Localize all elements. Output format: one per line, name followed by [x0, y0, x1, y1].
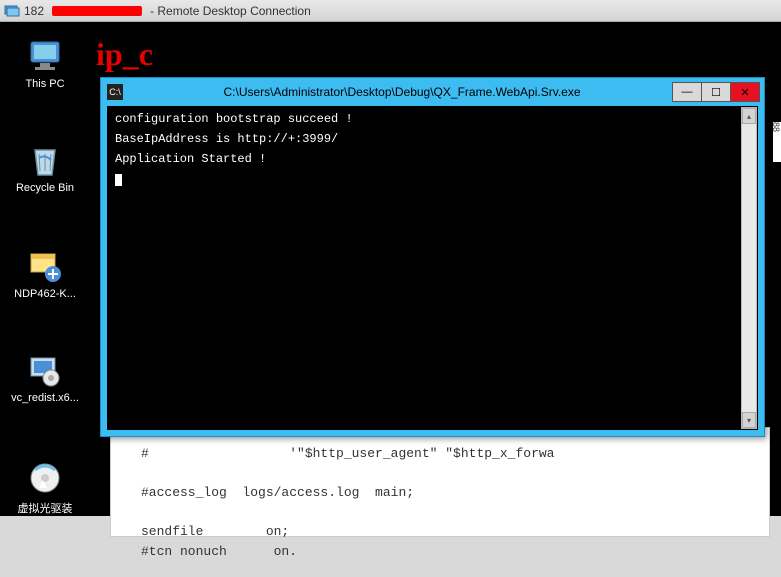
virtualcd-icon	[25, 458, 65, 498]
vcredist-label: vc_redist.x6...	[8, 392, 82, 404]
window-controls: — ☐ ✕	[673, 82, 760, 102]
desktop-icon-this-pc[interactable]: This PC	[8, 36, 82, 90]
np-line3: #access_log logs/access.log main;	[141, 485, 414, 500]
console-line: BaseIpAddress is http://+:3999/	[115, 132, 750, 146]
vcredist-icon	[25, 350, 65, 390]
virtualcd-label: 虚拟光驱装	[8, 500, 82, 516]
close-button[interactable]: ✕	[730, 82, 760, 102]
desktop-icon-vcredist[interactable]: vc_redist.x6...	[8, 350, 82, 404]
console-line: configuration bootstrap succeed !	[115, 112, 750, 126]
console-title: C:\Users\Administrator\Desktop\Debug\QX_…	[131, 85, 673, 99]
rdp-title-ip: 182	[24, 4, 44, 18]
ndp-label: NDP462-K...	[8, 288, 82, 300]
console-line: Application Started !	[115, 152, 750, 166]
recycle-bin-icon	[25, 140, 65, 180]
redacted-ip	[52, 6, 142, 16]
remote-desktop: ip_c This PC Recycle Bin NDP462-K... vc_…	[0, 22, 781, 516]
rdp-icon	[4, 3, 20, 19]
installer-icon	[25, 246, 65, 286]
scroll-down-arrow[interactable]: ▾	[742, 412, 756, 428]
notepad-window[interactable]: # '"$http_user_agent" "$http_x_forwa #ac…	[110, 427, 770, 537]
console-output: configuration bootstrap succeed ! BaseIp…	[107, 106, 758, 430]
notepad-content: # '"$http_user_agent" "$http_x_forwa #ac…	[111, 428, 769, 577]
desktop-icon-ndp[interactable]: NDP462-K...	[8, 246, 82, 300]
maximize-button[interactable]: ☐	[701, 82, 731, 102]
scrollbar[interactable]: ▴ ▾	[741, 107, 757, 429]
rdp-title-suffix: - Remote Desktop Connection	[150, 4, 311, 18]
desktop-icon-recycle-bin[interactable]: Recycle Bin	[8, 140, 82, 194]
this-pc-label: This PC	[8, 78, 82, 90]
right-sliver: 88	[773, 122, 781, 162]
np-line6: #tcn nonuch on.	[141, 544, 297, 559]
rdp-titlebar: 182 - Remote Desktop Connection	[0, 0, 781, 22]
console-titlebar[interactable]: C:\ C:\Users\Administrator\Desktop\Debug…	[101, 78, 764, 106]
np-line1: # '"$http_user_agent" "$http_x_forwa	[141, 446, 554, 461]
cursor	[115, 174, 122, 186]
desktop-icon-virtualcd[interactable]: 虚拟光驱装	[8, 458, 82, 516]
minimize-button[interactable]: —	[672, 82, 702, 102]
scroll-up-arrow[interactable]: ▴	[742, 108, 756, 124]
this-pc-icon	[25, 36, 65, 76]
ip-annotation: ip_c	[96, 36, 153, 73]
console-icon: C:\	[107, 84, 123, 100]
recycle-bin-label: Recycle Bin	[8, 182, 82, 194]
console-window[interactable]: C:\ C:\Users\Administrator\Desktop\Debug…	[100, 77, 765, 437]
np-line5: sendfile on;	[141, 524, 289, 539]
